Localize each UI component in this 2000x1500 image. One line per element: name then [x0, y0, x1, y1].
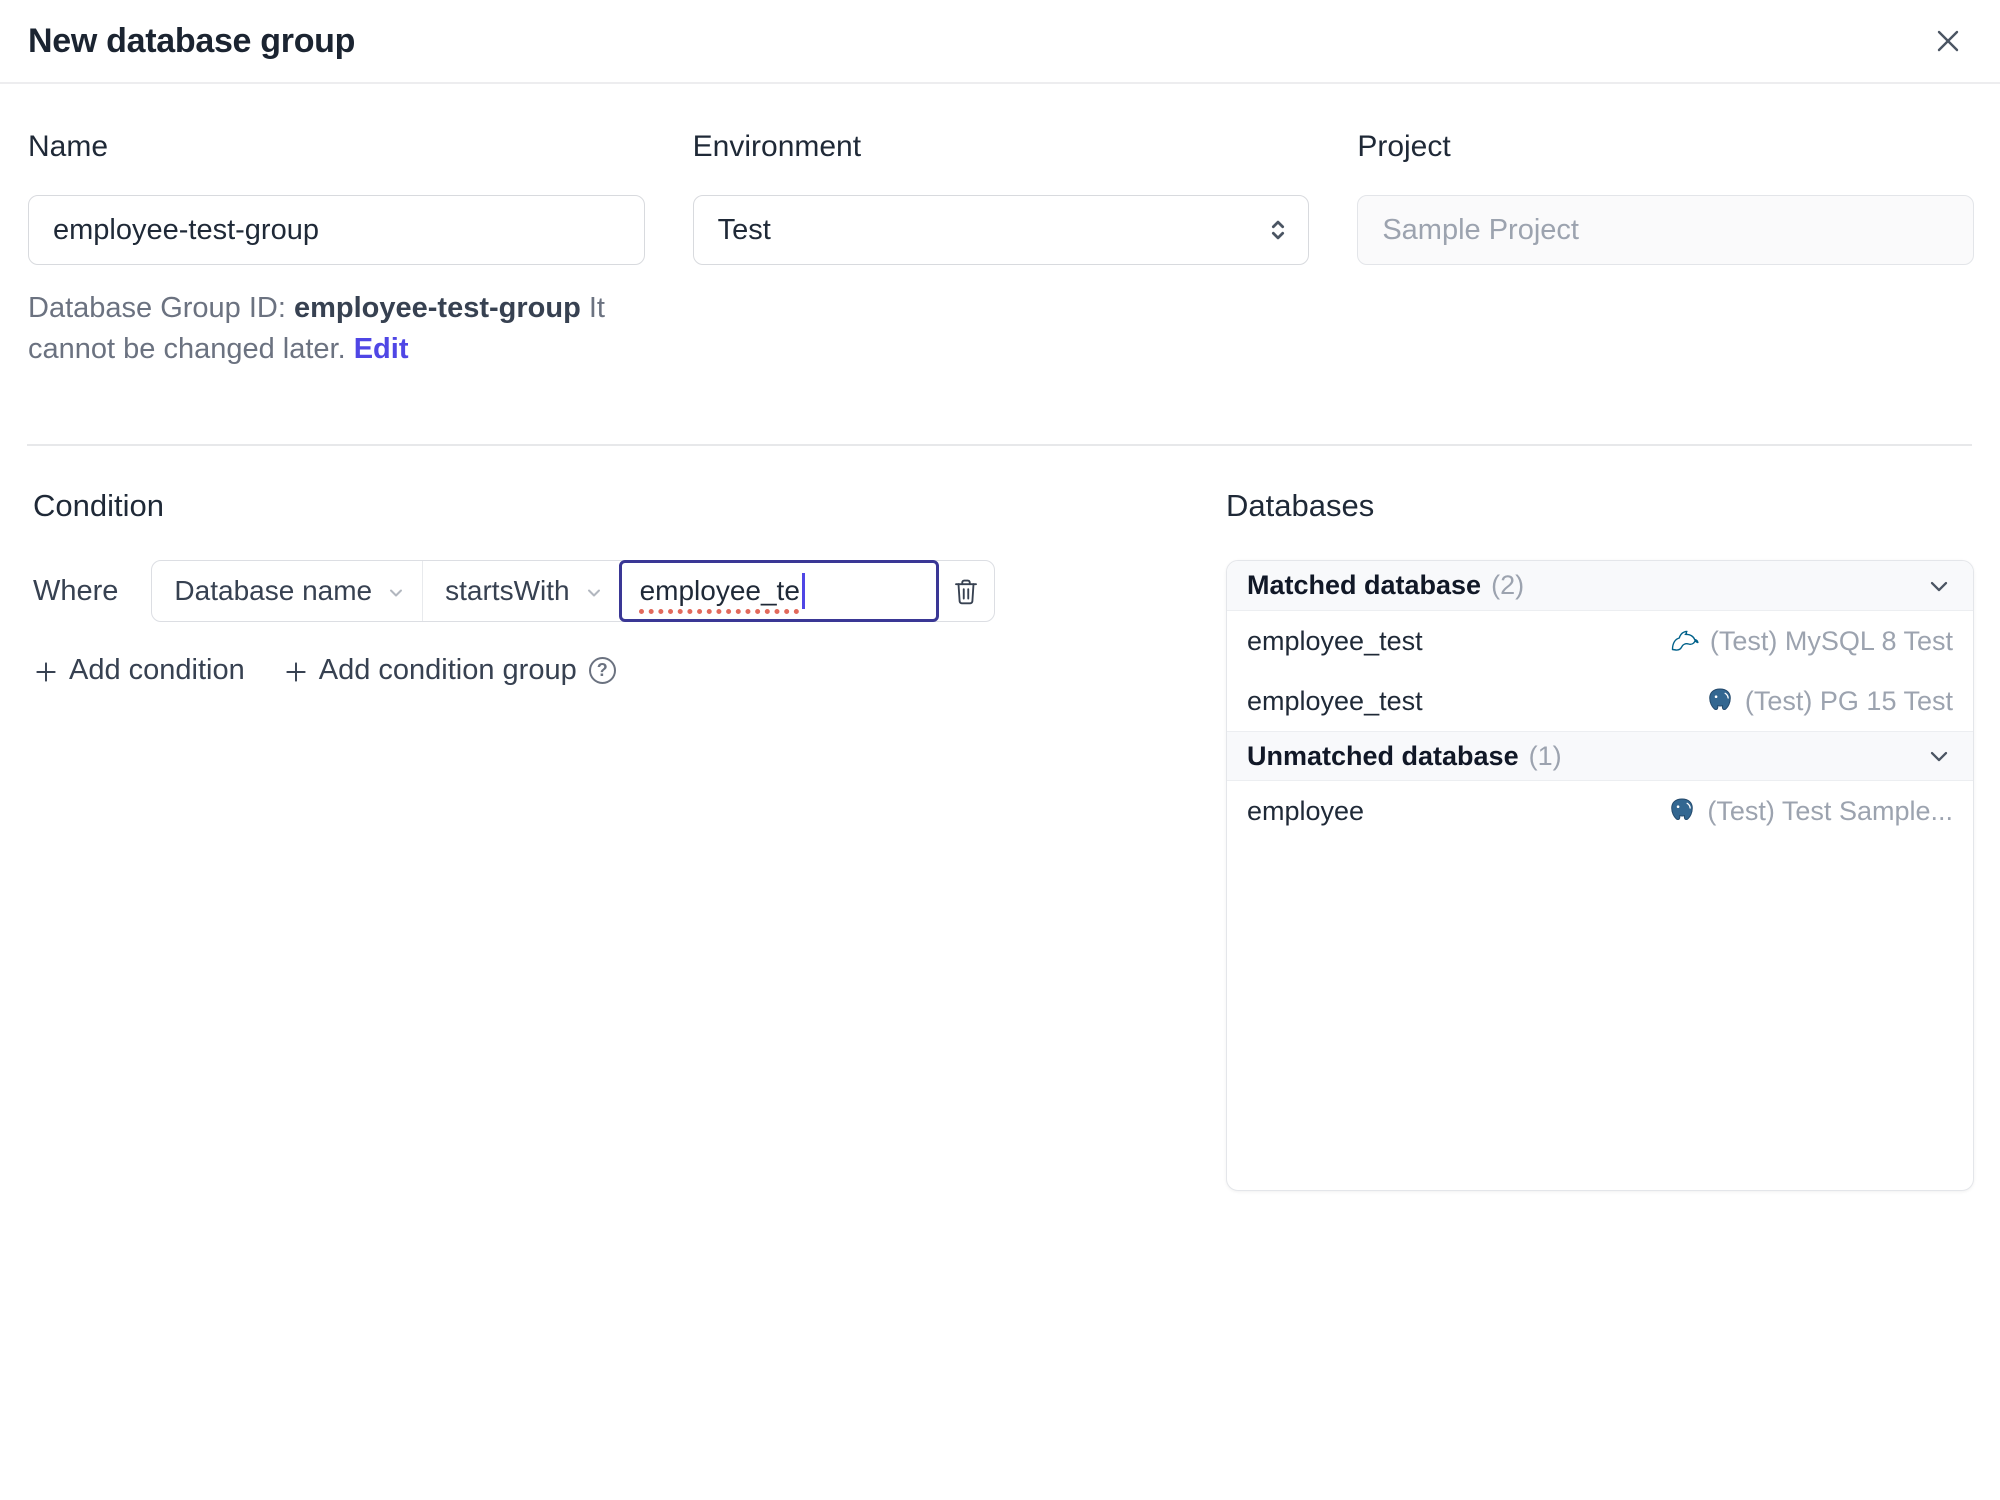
group-id-note: Database Group ID: employee-test-group I…	[28, 288, 645, 370]
database-instance: (Test) Test Sample...	[1667, 796, 1953, 827]
databases-heading: Databases	[1226, 488, 1375, 523]
add-condition-group-label: Add condition group	[318, 654, 577, 686]
unmatched-database-count: (1)	[1528, 740, 1562, 771]
condition-expression-group: Database name startsWith employee_te	[151, 560, 995, 622]
unmatched-database-label: Unmatched database	[1247, 740, 1519, 771]
database-instance-label: (Test) Test Sample...	[1707, 795, 1953, 826]
page-title: New database group	[28, 21, 356, 60]
matched-database-count: (2)	[1491, 570, 1525, 600]
environment-select[interactable]: Test	[692, 195, 1310, 265]
databases-panel: Matched database (2) employee_test (Test…	[1226, 560, 1974, 1191]
condition-value-input[interactable]: employee_te	[618, 560, 939, 622]
group-id-value: employee-test-group	[293, 292, 581, 324]
condition-row: Where Database name startsWith employee_…	[33, 560, 1226, 622]
condition-section: Condition Where Database name startsWith	[33, 488, 1226, 1191]
database-instance-label: (Test) PG 15 Test	[1744, 685, 1953, 716]
project-label: Project	[1357, 130, 1451, 163]
database-name: employee	[1247, 795, 1365, 826]
close-button[interactable]	[1926, 19, 1970, 63]
condition-factor-value: Database name	[174, 575, 373, 606]
select-updown-icon	[1264, 216, 1292, 244]
environment-selected-value: Test	[717, 213, 771, 246]
database-instance-label: (Test) MySQL 8 Test	[1709, 625, 1953, 656]
postgresql-icon	[1705, 686, 1735, 716]
chevron-down-icon	[584, 583, 604, 603]
condition-operator-value: startsWith	[445, 575, 570, 606]
where-label: Where	[33, 574, 119, 607]
database-name: employee_test	[1247, 625, 1423, 656]
databases-section: Databases Matched database (2) employee_…	[1226, 488, 1974, 1191]
database-row: employee_test (Test) MySQL 8 Test	[1227, 611, 1973, 671]
condition-actions: Add condition Add condition group ?	[33, 654, 1226, 687]
database-row: employee (Test) Test Sample...	[1227, 781, 1973, 841]
project-field-group: Project Sample Project	[1357, 130, 1974, 399]
database-instance: (Test) PG 15 Test	[1705, 686, 1953, 717]
project-value: Sample Project	[1382, 213, 1579, 246]
chevron-down-icon	[1925, 742, 1953, 770]
plus-icon	[33, 659, 59, 685]
group-id-prefix: Database Group ID:	[28, 292, 286, 324]
project-input-disabled: Sample Project	[1357, 195, 1974, 265]
text-caret	[801, 573, 805, 609]
matched-database-header[interactable]: Matched database (2)	[1227, 561, 1973, 611]
name-field-group: Name Database Group ID: employee-test-gr…	[28, 130, 645, 399]
dialog-header: New database group	[0, 0, 2000, 84]
form-section: Name Database Group ID: employee-test-gr…	[0, 84, 2000, 399]
environment-field-group: Environment Test	[692, 130, 1310, 399]
delete-condition-button[interactable]	[938, 561, 994, 621]
chevron-down-icon	[386, 583, 406, 603]
postgresql-icon	[1667, 796, 1697, 826]
name-input[interactable]	[28, 195, 645, 265]
database-instance: (Test) MySQL 8 Test	[1668, 625, 1953, 657]
unmatched-database-header[interactable]: Unmatched database (1)	[1227, 731, 1973, 781]
edit-id-link[interactable]: Edit	[354, 333, 409, 365]
environment-label: Environment	[692, 130, 862, 163]
database-name: employee_test	[1247, 685, 1423, 716]
condition-heading: Condition	[33, 488, 164, 523]
add-condition-label: Add condition	[69, 654, 245, 686]
add-condition-group-button[interactable]: Add condition group	[283, 654, 577, 687]
close-icon	[1931, 24, 1965, 58]
condition-value-text: employee_te	[639, 575, 800, 606]
add-condition-button[interactable]: Add condition	[33, 654, 245, 687]
condition-factor-dropdown[interactable]: Database name	[152, 561, 422, 621]
help-glyph: ?	[596, 660, 608, 680]
plus-icon	[283, 659, 309, 685]
trash-icon	[951, 576, 981, 606]
mysql-icon	[1668, 625, 1700, 657]
matched-database-label: Matched database	[1247, 570, 1482, 600]
condition-operator-dropdown[interactable]: startsWith	[422, 561, 619, 621]
chevron-down-icon	[1925, 572, 1953, 600]
database-row: employee_test (Test) PG 15 Test	[1227, 671, 1973, 731]
help-icon[interactable]: ?	[588, 657, 616, 684]
name-label: Name	[28, 130, 109, 163]
